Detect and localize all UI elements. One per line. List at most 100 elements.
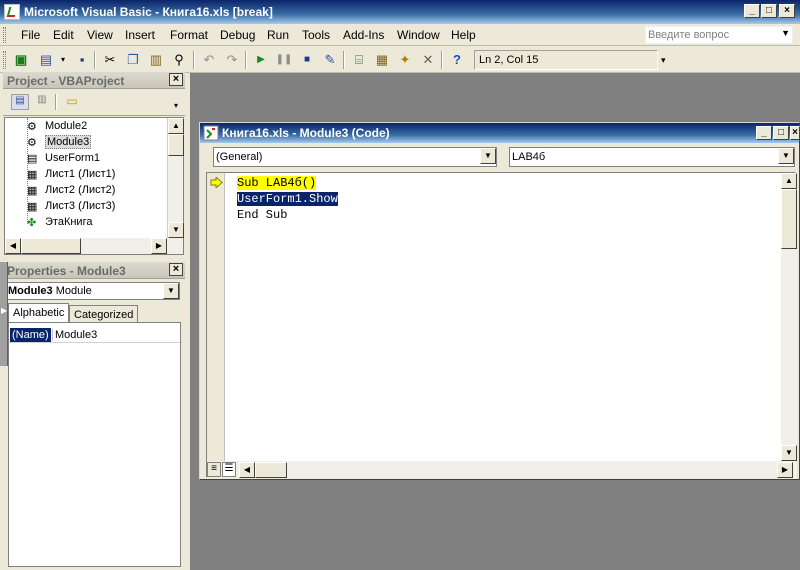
code-minimize-button[interactable]: _ [756,126,772,140]
scroll-down-icon[interactable]: ▼ [168,222,184,238]
menu-window[interactable]: Window [397,28,440,42]
break-icon[interactable]: ❚❚ [275,51,293,69]
code-line-2[interactable]: UserForm1.Show [237,192,338,206]
code-hscroll-thumb[interactable] [255,462,287,478]
ask-dropdown-arrow-icon[interactable]: ▼ [781,28,790,38]
tree-item-module2[interactable]: ⚙ Module2 [27,120,87,133]
code-maximize-button[interactable]: □ [773,126,789,140]
view-object-icon[interactable]: ▥ [33,94,51,110]
help-icon[interactable]: ? [448,51,466,69]
procedure-combo-dropdown-icon[interactable]: ▼ [778,148,794,164]
paste-icon[interactable]: ▥ [147,51,165,69]
tree-item-userform1[interactable]: ▤ UserForm1 [27,152,100,165]
close-button[interactable]: × [779,4,795,18]
tab-categorized[interactable]: Categorized [69,305,139,322]
scroll-thumb[interactable] [168,134,184,156]
visual-basic-app-icon[interactable] [4,4,20,20]
indicator-margin[interactable] [207,173,225,461]
toolbox-icon[interactable]: ✕ [419,51,437,69]
menu-grip[interactable] [3,27,6,43]
procedure-combo[interactable]: LAB4б ▼ [509,147,795,167]
toolbar-separator [441,51,443,69]
hscroll-thumb[interactable] [21,238,81,254]
save-icon[interactable]: ▪ [73,51,91,69]
project-horizontal-scrollbar[interactable]: ◀ ▶ [5,238,183,254]
code-scroll-up-icon[interactable]: ▲ [781,173,797,189]
copy-icon[interactable]: ❐ [124,51,142,69]
worksheet-icon: ▦ [27,185,38,197]
code-scroll-right-icon[interactable]: ▶ [777,462,793,478]
minimize-button[interactable]: _ [744,4,760,18]
scroll-left-icon[interactable]: ◀ [5,238,21,254]
menu-format[interactable]: Format [170,28,208,42]
reset-icon[interactable]: ■ [298,51,316,69]
insert-dropdown-icon[interactable]: ▾ [54,51,72,69]
toggle-folders-icon[interactable]: ▭ [63,94,81,110]
scroll-up-icon[interactable]: ▲ [168,118,184,134]
cut-icon[interactable]: ✂ [101,51,119,69]
project-explorer-icon[interactable]: ⌸ [350,51,368,69]
project-pane-close-icon[interactable]: × [169,73,183,86]
project-pane-header: Project - VBAProject × [3,72,185,89]
object-combo[interactable]: (General) ▼ [213,147,497,167]
maximize-button[interactable]: □ [761,4,777,18]
full-module-view-icon[interactable]: ☰ [222,462,236,477]
code-close-button[interactable]: × [790,126,800,140]
code-editor[interactable]: Sub LAB4б() UserForm1.Show End Sub ▲ ▼ ≡… [206,172,797,478]
properties-pane-close-icon[interactable]: × [169,263,183,276]
tree-item-thisworkbook[interactable]: ✤ ЭтаКнига [27,216,92,229]
code-vertical-scrollbar[interactable]: ▲ ▼ [781,173,797,461]
toolbar-options-chevron-icon[interactable]: ▾ [661,55,666,66]
procedure-view-icon[interactable]: ≡ [207,462,221,477]
code-line-1[interactable]: Sub LAB4б() [237,176,317,190]
menu-insert[interactable]: Insert [125,28,155,42]
undo-icon[interactable]: ↶ [200,51,218,69]
menu-debug[interactable]: Debug [220,28,255,42]
view-excel-icon[interactable]: ▣ [12,51,30,69]
menu-edit[interactable]: Edit [53,28,74,42]
redo-icon[interactable]: ↷ [223,51,241,69]
scroll-right-icon[interactable]: ▶ [151,238,167,254]
code-window-icon[interactable] [203,125,219,141]
project-vertical-scrollbar[interactable]: ▲ ▼ [167,118,184,238]
menu-bar: File Edit View Insert Format Debug Run T… [0,24,800,46]
properties-pane-title: Properties - Module3 [7,264,126,278]
toolbar-grip[interactable] [3,51,6,69]
object-combo-dropdown-icon[interactable]: ▼ [480,148,496,164]
project-tree[interactable]: ⚙ Module2 ⚙ Module3 ▤ UserForm1 ▦ Лист1 (Лис… [4,117,184,255]
code-scroll-thumb[interactable] [781,189,797,249]
tree-item-sheet1[interactable]: ▦ Лист1 (Лист1) [27,168,115,181]
property-value[interactable]: Module3 [52,329,97,341]
object-browser-icon[interactable]: ✦ [396,51,414,69]
code-line-3[interactable]: End Sub [237,208,287,222]
tree-item-module3[interactable]: ⚙ Module3 [27,135,92,149]
run-icon[interactable]: ▶ [252,51,270,69]
tree-item-sheet3[interactable]: ▦ Лист3 (Лист3) [27,200,115,213]
code-horizontal-scrollbar[interactable]: ≡ ☰ ◀ ▶ [207,461,795,478]
menu-view[interactable]: View [87,28,113,42]
toolbar-separator [343,51,345,69]
property-row[interactable]: (Name) Module3 [9,327,180,343]
properties-object-combo[interactable]: Module3 Module ▼ [4,282,180,300]
insert-userform-icon[interactable]: ▤ [37,51,55,69]
menu-tools[interactable]: Tools [302,28,330,42]
menu-file[interactable]: File [21,28,40,42]
menu-run[interactable]: Run [267,28,289,42]
project-toolbar-chevron-icon[interactable]: ▾ [174,101,178,110]
view-code-icon[interactable]: ▤ [11,94,29,110]
design-mode-icon[interactable]: ✎ [321,51,339,69]
menu-help[interactable]: Help [451,28,476,42]
properties-combo-dropdown-icon[interactable]: ▼ [163,283,179,299]
menu-add-ins[interactable]: Add-Ins [343,28,384,42]
object-combo-value: (General) [216,151,263,163]
tree-item-sheet2[interactable]: ▦ Лист2 (Лист2) [27,184,115,197]
properties-window-icon[interactable]: ▦ [373,51,391,69]
code-scroll-left-icon[interactable]: ◀ [239,462,255,478]
ask-question-box[interactable]: Введите вопрос ▼ [645,26,793,44]
worksheet-icon: ▦ [27,169,38,181]
find-icon[interactable]: ⚲ [170,51,188,69]
side-dock-tab[interactable]: ▶ [0,262,8,366]
code-window: Книга16.xls - Module3 (Code) _ □ × (Gene… [199,122,800,480]
code-scroll-down-icon[interactable]: ▼ [781,445,797,461]
tab-alphabetic[interactable]: Alphabetic [8,303,70,322]
